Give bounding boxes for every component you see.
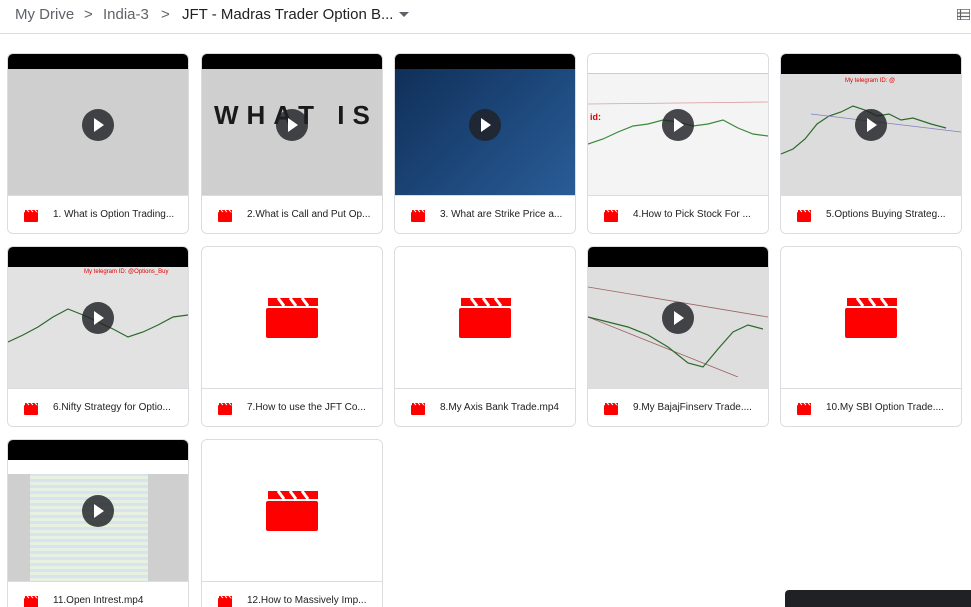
video-file-icon: [411, 210, 425, 222]
video-placeholder-icon: [266, 298, 318, 338]
file-card[interactable]: 11.Open Intrest.mp4: [7, 439, 189, 607]
video-thumbnail: [8, 440, 188, 581]
video-thumbnail: [395, 247, 575, 388]
play-icon[interactable]: [662, 109, 694, 141]
file-name: 7.How to use the JFT Co...: [247, 402, 366, 413]
play-icon[interactable]: [82, 495, 114, 527]
play-icon[interactable]: [469, 109, 501, 141]
video-thumbnail: My telegram ID: @Options_Buy: [8, 247, 188, 388]
video-thumbnail: id:: [588, 54, 768, 195]
video-thumbnail: [8, 54, 188, 195]
file-card[interactable]: WHAT IS 2.What is Call and Put Op...: [201, 53, 383, 234]
video-placeholder-icon: [266, 491, 318, 531]
video-file-icon: [604, 210, 618, 222]
video-file-icon: [218, 210, 232, 222]
video-placeholder-icon: [845, 298, 897, 338]
video-thumbnail: [588, 247, 768, 388]
file-name: 1. What is Option Trading...: [53, 209, 175, 220]
video-thumbnail: [781, 247, 961, 388]
file-card[interactable]: My telegram ID: @Options_Buy 6.Nifty Str…: [7, 246, 189, 427]
video-thumbnail: My telegram ID: @: [781, 54, 961, 195]
file-name: 11.Open Intrest.mp4: [53, 595, 144, 606]
thumbnail-caption: My telegram ID: @Options_Buy: [84, 269, 169, 275]
file-name: 9.My BajajFinserv Trade....: [633, 402, 752, 413]
thumbnail-caption: My telegram ID: @: [845, 78, 896, 84]
video-file-icon: [604, 403, 618, 415]
breadcrumb-india-3[interactable]: India-3: [103, 6, 149, 23]
file-card[interactable]: 8.My Axis Bank Trade.mp4: [394, 246, 576, 427]
file-card[interactable]: 1. What is Option Trading...: [7, 53, 189, 234]
breadcrumb-current-folder[interactable]: JFT - Madras Trader Option B...: [182, 6, 393, 23]
breadcrumb-my-drive[interactable]: My Drive: [15, 6, 74, 23]
file-card[interactable]: 12.How to Massively Imp...: [201, 439, 383, 607]
file-card[interactable]: My telegram ID: @ 5.Options Buying Strat…: [780, 53, 962, 234]
video-placeholder-icon: [459, 298, 511, 338]
file-card[interactable]: id: 4.How to Pick Stock For ...: [587, 53, 769, 234]
file-name: 12.How to Massively Imp...: [247, 595, 367, 606]
file-card[interactable]: 9.My BajajFinserv Trade....: [587, 246, 769, 427]
folder-menu-dropdown-icon[interactable]: [399, 12, 409, 17]
video-file-icon: [24, 596, 38, 607]
video-file-icon: [218, 403, 232, 415]
file-card[interactable]: 7.How to use the JFT Co...: [201, 246, 383, 427]
list-view-icon[interactable]: [957, 9, 970, 20]
play-icon[interactable]: [276, 109, 308, 141]
video-file-icon: [24, 403, 38, 415]
video-thumbnail: [202, 247, 382, 388]
file-name: 2.What is Call and Put Op...: [247, 209, 371, 220]
play-icon[interactable]: [662, 302, 694, 334]
file-name: 3. What are Strike Price a...: [440, 209, 563, 220]
video-thumbnail: WHAT IS: [202, 54, 382, 195]
video-file-icon: [218, 596, 232, 607]
file-name: 5.Options Buying Strateg...: [826, 209, 946, 220]
breadcrumb-bar: My Drive > India-3 > JFT - Madras Trader…: [0, 0, 971, 34]
file-card[interactable]: 10.My SBI Option Trade....: [780, 246, 962, 427]
file-name: 10.My SBI Option Trade....: [826, 402, 944, 413]
video-file-icon: [411, 403, 425, 415]
video-thumbnail: [395, 54, 575, 195]
breadcrumb-separator: >: [84, 6, 93, 23]
snackbar: [785, 590, 971, 607]
breadcrumb-separator: >: [161, 6, 170, 23]
play-icon[interactable]: [82, 109, 114, 141]
video-file-icon: [797, 403, 811, 415]
file-name: 8.My Axis Bank Trade.mp4: [440, 402, 559, 413]
file-card[interactable]: 3. What are Strike Price a...: [394, 53, 576, 234]
video-thumbnail: [202, 440, 382, 581]
play-icon[interactable]: [855, 109, 887, 141]
file-name: 6.Nifty Strategy for Optio...: [53, 402, 171, 413]
video-file-icon: [797, 210, 811, 222]
play-icon[interactable]: [82, 302, 114, 334]
file-name: 4.How to Pick Stock For ...: [633, 209, 751, 220]
video-file-icon: [24, 210, 38, 222]
